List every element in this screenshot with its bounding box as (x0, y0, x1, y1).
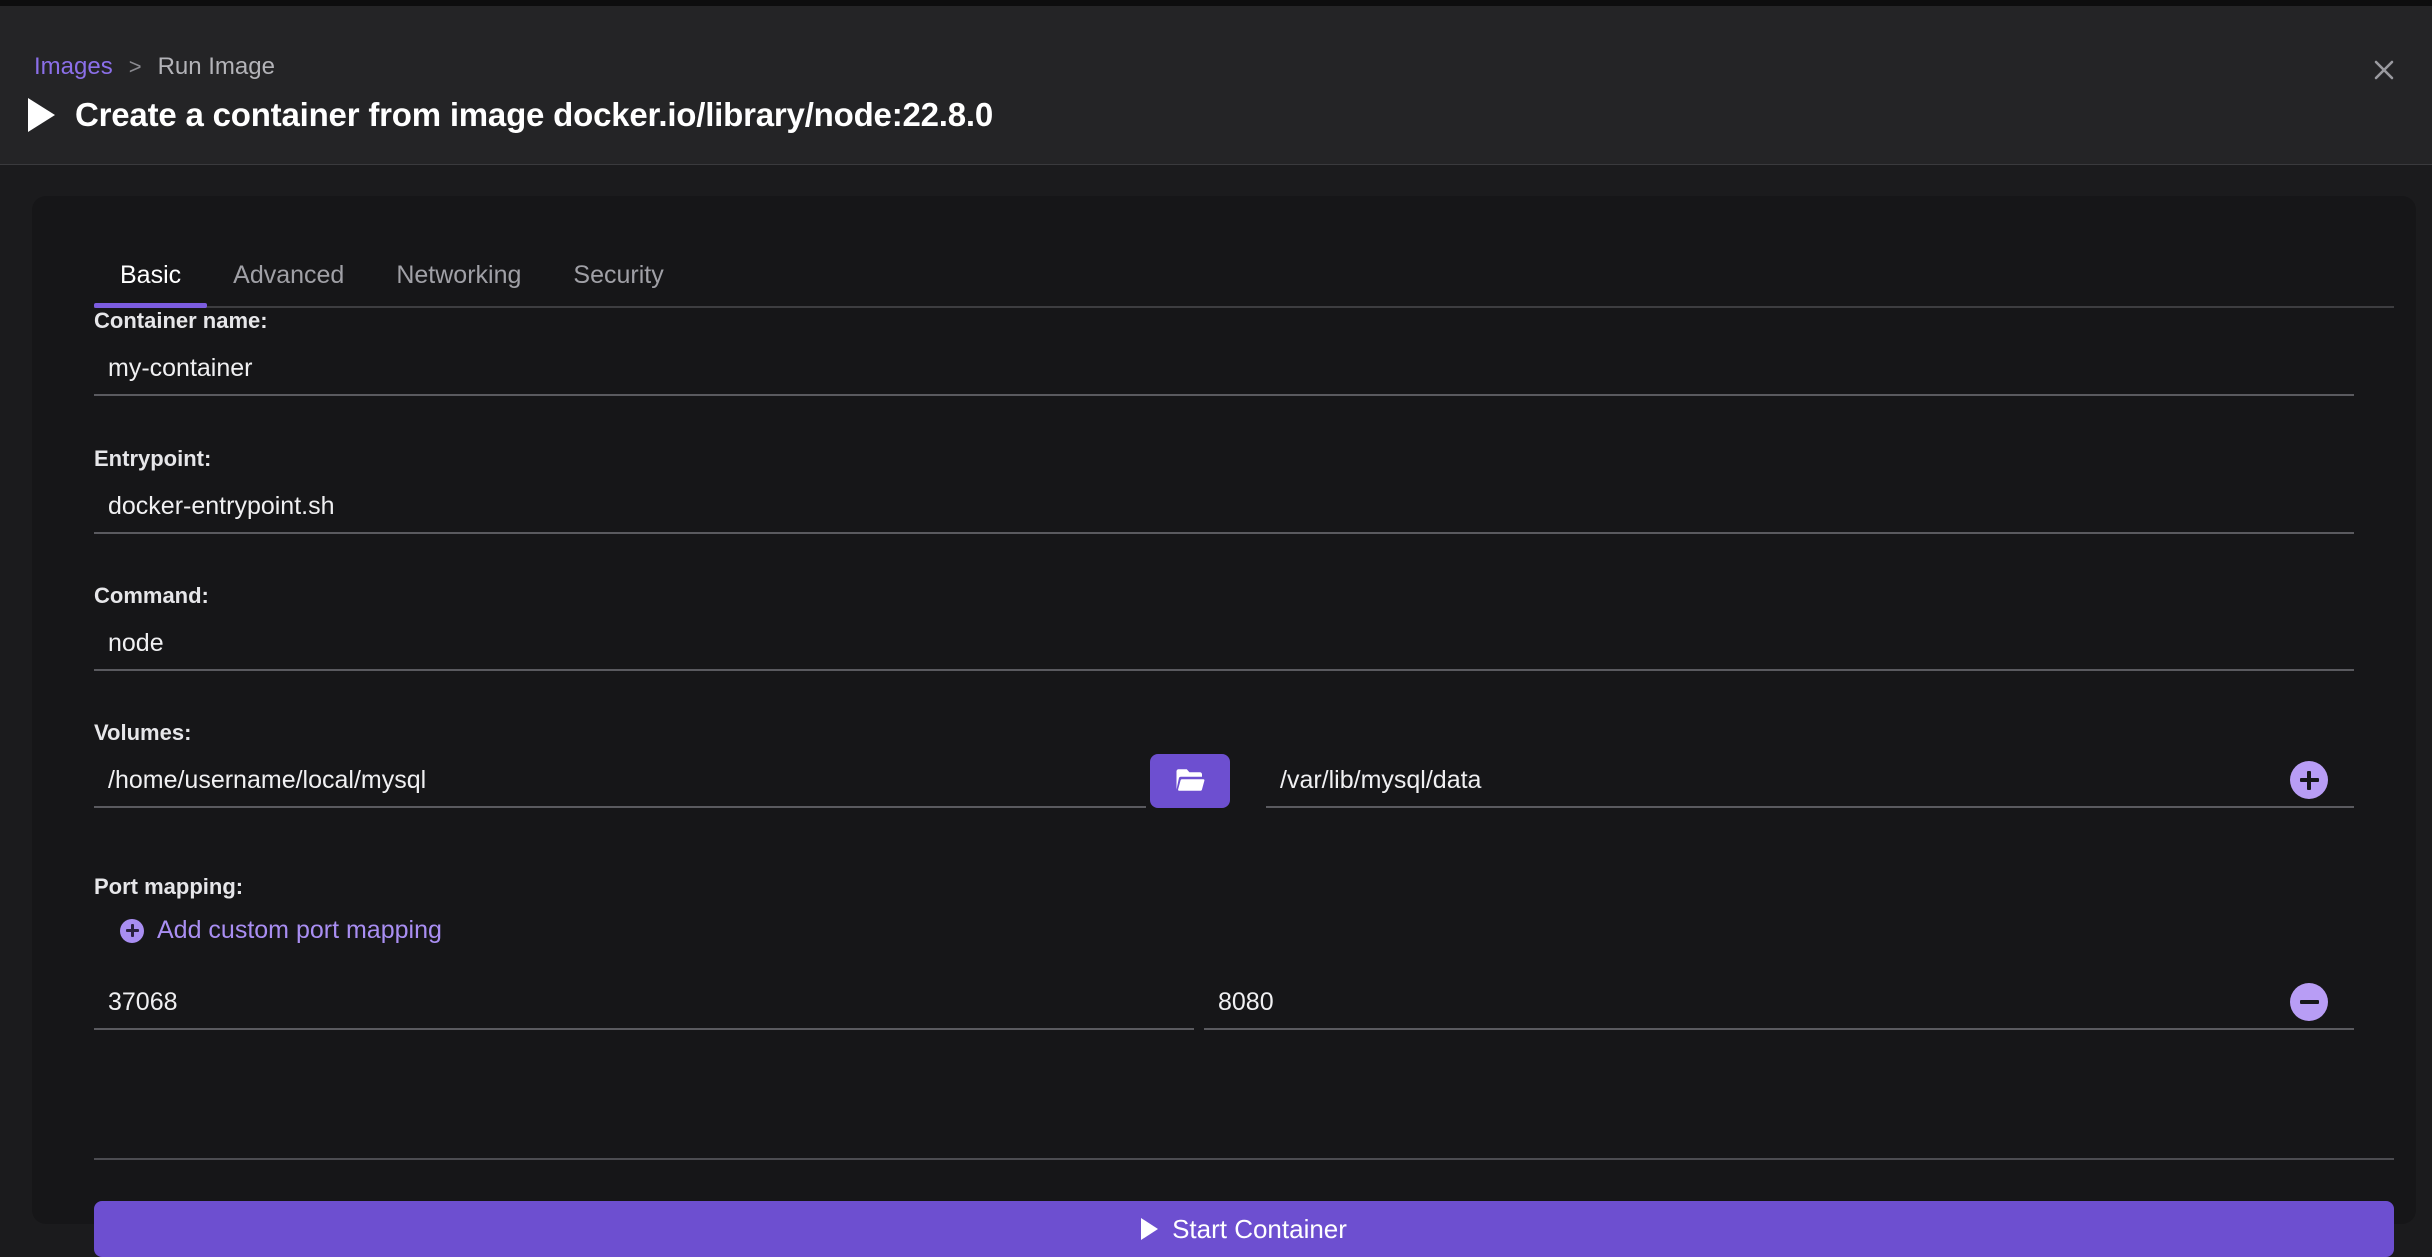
tab-security-label: Security (573, 261, 663, 289)
footer-divider (94, 1158, 2394, 1160)
breadcrumb-images-link[interactable]: Images (34, 52, 113, 82)
minus-icon (2300, 1000, 2319, 1004)
play-icon (1141, 1218, 1158, 1240)
volumes-label: Volumes: (94, 720, 191, 746)
command-label: Command: (94, 583, 209, 609)
page-title: Create a container from image docker.io/… (75, 96, 993, 134)
volume-container-path-input[interactable]: /var/lib/mysql/data (1266, 754, 2354, 808)
port-mapping-label: Port mapping: (94, 874, 243, 900)
entrypoint-value: docker-entrypoint.sh (94, 492, 335, 521)
container-name-value: my-container (94, 354, 253, 383)
add-volume-button[interactable] (2290, 761, 2328, 799)
entrypoint-label: Entrypoint: (94, 446, 211, 472)
tab-bar: Basic Advanced Networking Security (94, 246, 2394, 308)
container-port-value: 8080 (1204, 988, 1274, 1017)
start-container-label: Start Container (1172, 1214, 1347, 1245)
container-name-label: Container name: (94, 308, 268, 334)
add-custom-port-mapping-button[interactable]: Add custom port mapping (120, 916, 442, 945)
command-value: node (94, 629, 164, 658)
add-custom-port-mapping-label: Add custom port mapping (157, 916, 442, 945)
folder-open-icon (1175, 767, 1205, 796)
command-input[interactable]: node (94, 617, 2354, 671)
tab-networking[interactable]: Networking (370, 261, 547, 306)
tab-networking-label: Networking (396, 261, 521, 289)
volume-host-path-value: /home/username/local/mysql (94, 766, 426, 795)
remove-port-mapping-button[interactable] (2290, 983, 2328, 1021)
breadcrumb-separator: > (129, 52, 142, 82)
run-image-card: Basic Advanced Networking Security Conta… (32, 196, 2416, 1224)
tab-basic[interactable]: Basic (94, 261, 207, 306)
tab-basic-label: Basic (120, 261, 181, 289)
breadcrumb-current: Run Image (158, 52, 275, 82)
volume-browse-button[interactable] (1150, 754, 1230, 808)
host-port-value: 37068 (94, 988, 178, 1017)
container-name-input[interactable]: my-container (94, 342, 2354, 396)
tab-advanced[interactable]: Advanced (207, 261, 370, 306)
host-port-input[interactable]: 37068 (94, 976, 1194, 1030)
page-title-row: Create a container from image docker.io/… (28, 96, 993, 134)
plus-circle-icon (120, 919, 144, 943)
breadcrumb: Images > Run Image (34, 52, 275, 82)
start-container-button[interactable]: Start Container (94, 1201, 2394, 1257)
dialog-header: Images > Run Image Create a container fr… (0, 6, 2432, 165)
volume-host-path-input[interactable]: /home/username/local/mysql (94, 754, 1146, 808)
container-port-input[interactable]: 8080 (1204, 976, 2354, 1030)
tab-security[interactable]: Security (547, 261, 689, 306)
close-icon[interactable] (2364, 50, 2404, 90)
tab-advanced-label: Advanced (233, 261, 344, 289)
play-icon (28, 98, 55, 132)
entrypoint-input[interactable]: docker-entrypoint.sh (94, 480, 2354, 534)
volume-container-path-value: /var/lib/mysql/data (1266, 766, 1481, 795)
